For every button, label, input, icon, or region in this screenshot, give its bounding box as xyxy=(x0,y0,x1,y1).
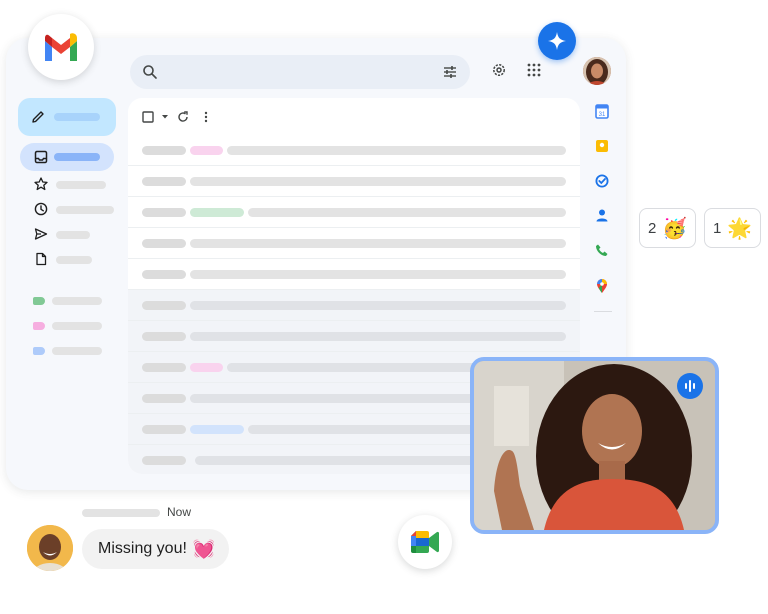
tasks-icon[interactable] xyxy=(595,174,609,188)
reaction-count: 2 xyxy=(648,219,657,237)
sidebar-item-drafts[interactable] xyxy=(56,256,92,264)
email-sender xyxy=(142,363,186,372)
email-label-chip xyxy=(190,146,223,155)
gmail-logo xyxy=(28,14,94,80)
email-subject xyxy=(248,208,566,217)
sound-wave-icon xyxy=(685,380,695,392)
heart-emoji: 💓 xyxy=(192,538,216,559)
sidebar-label-2[interactable] xyxy=(52,322,102,330)
email-sender xyxy=(142,394,186,403)
side-rail-divider xyxy=(594,311,612,312)
apps-grid-icon[interactable] xyxy=(526,62,542,78)
sidebar-item-inbox[interactable] xyxy=(20,143,114,171)
gemini-button[interactable] xyxy=(538,22,576,60)
email-row[interactable] xyxy=(128,321,580,352)
chat-message-text: Missing you! xyxy=(98,540,187,557)
email-subject xyxy=(190,270,566,279)
draft-icon[interactable] xyxy=(34,252,48,266)
chat-sender-avatar[interactable] xyxy=(27,525,73,571)
label-pink-icon[interactable] xyxy=(33,322,45,330)
clock-icon[interactable] xyxy=(34,202,48,216)
email-subject xyxy=(190,177,566,186)
voice-icon[interactable] xyxy=(595,243,609,257)
chat-sender-name xyxy=(82,509,160,517)
compose-label-placeholder xyxy=(54,113,100,121)
email-sender xyxy=(142,301,186,310)
send-icon[interactable] xyxy=(34,227,48,241)
search-bar[interactable] xyxy=(130,55,470,89)
calendar-icon[interactable]: 31 xyxy=(595,103,609,119)
maps-icon[interactable] xyxy=(595,278,609,294)
google-meet-icon xyxy=(411,531,439,553)
email-subject xyxy=(227,146,566,155)
chat-message-bubble: Missing you! 💓 xyxy=(82,529,230,569)
sidebar-label-1[interactable] xyxy=(52,297,102,305)
gear-icon[interactable] xyxy=(491,62,507,78)
contacts-icon[interactable] xyxy=(595,208,609,222)
sidebar-item-inbox-label xyxy=(54,153,100,161)
email-row[interactable] xyxy=(128,197,580,228)
email-sender xyxy=(142,270,186,279)
chevron-down-icon[interactable] xyxy=(161,114,169,120)
star-icon[interactable] xyxy=(34,177,48,191)
chat-timestamp: Now xyxy=(167,505,192,519)
more-vert-icon[interactable] xyxy=(204,111,208,123)
sidebar-item-sent[interactable] xyxy=(56,231,90,239)
email-sender xyxy=(142,177,186,186)
email-sender xyxy=(142,456,186,465)
select-checkbox[interactable] xyxy=(142,111,154,123)
tune-icon[interactable] xyxy=(442,64,458,80)
email-row[interactable] xyxy=(128,290,580,321)
inbox-icon xyxy=(34,150,48,164)
audio-indicator xyxy=(677,373,703,399)
star-emoji: 🌟 xyxy=(727,217,753,240)
google-meet-logo xyxy=(398,515,452,569)
reaction-count: 1 xyxy=(713,219,722,237)
sidebar-label-3[interactable] xyxy=(52,347,102,355)
reaction-chip[interactable]: 2 🥳 xyxy=(639,208,697,248)
email-sender xyxy=(142,146,186,155)
video-call-tile[interactable] xyxy=(470,357,719,534)
email-subject xyxy=(190,301,566,310)
label-blue-icon[interactable] xyxy=(33,347,45,355)
pencil-icon xyxy=(32,111,44,123)
email-label-chip xyxy=(190,208,244,217)
email-sender xyxy=(142,239,186,248)
partying-face-emoji: 🥳 xyxy=(662,217,688,240)
search-icon[interactable] xyxy=(142,64,158,80)
refresh-icon[interactable] xyxy=(177,111,189,123)
email-subject xyxy=(190,332,566,341)
sparkle-icon xyxy=(548,32,566,50)
email-sender xyxy=(142,208,186,217)
email-sender xyxy=(142,332,186,341)
email-row[interactable] xyxy=(128,259,580,290)
email-sender xyxy=(142,425,186,434)
email-subject xyxy=(190,239,566,248)
keep-icon[interactable] xyxy=(595,139,609,153)
compose-button[interactable] xyxy=(18,98,116,136)
reaction-chip[interactable]: 1 🌟 xyxy=(704,208,762,248)
gmail-m-icon xyxy=(45,33,77,61)
email-row[interactable] xyxy=(128,166,580,197)
sidebar-item-starred[interactable] xyxy=(56,181,106,189)
account-avatar[interactable] xyxy=(583,57,611,85)
svg-text:31: 31 xyxy=(599,112,606,118)
label-green-icon[interactable] xyxy=(33,297,45,305)
email-row[interactable] xyxy=(128,135,580,166)
email-label-chip xyxy=(190,363,223,372)
email-row[interactable] xyxy=(128,228,580,259)
sidebar-item-snoozed[interactable] xyxy=(56,206,114,214)
email-label-chip xyxy=(190,425,244,434)
